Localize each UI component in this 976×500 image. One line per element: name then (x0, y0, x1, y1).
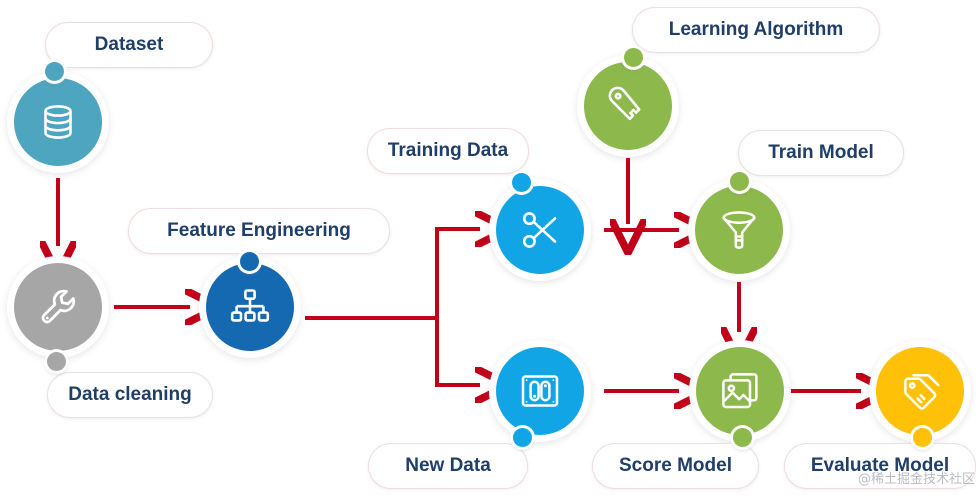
funnel-icon (716, 207, 762, 253)
bead-train-model (730, 172, 749, 191)
hierarchy-icon (228, 285, 272, 329)
node-evaluate-model[interactable] (876, 347, 964, 435)
node-training-data[interactable] (496, 186, 584, 274)
node-new-data[interactable] (496, 347, 584, 435)
label-dataset[interactable]: Dataset (45, 22, 213, 68)
bead-training-data (512, 173, 531, 192)
node-data-cleaning[interactable] (14, 263, 102, 351)
node-feature-engineering[interactable] (206, 263, 294, 351)
ml-pipeline-diagram: Dataset Data cleaning Feature Engineerin… (0, 0, 976, 500)
label-learning-algorithm[interactable]: Learning Algorithm (632, 7, 880, 53)
bead-dataset (45, 62, 64, 81)
bead-new-data (513, 428, 532, 447)
drive-bay-icon (517, 368, 563, 414)
label-data-cleaning[interactable]: Data cleaning (47, 372, 213, 418)
node-train-model[interactable] (695, 186, 783, 274)
tags-icon (897, 368, 943, 414)
label-feature-engineering[interactable]: Feature Engineering (128, 208, 390, 254)
bead-data-cleaning (47, 352, 66, 371)
wrench-icon (35, 284, 81, 330)
images-icon (717, 368, 763, 414)
label-train-model[interactable]: Train Model (738, 130, 904, 176)
bead-evaluate-model (913, 428, 932, 447)
bead-feature-engineering (240, 252, 259, 271)
bead-learning-algorithm (624, 48, 643, 67)
key-icon (605, 83, 651, 129)
label-training-data[interactable]: Training Data (367, 128, 529, 174)
database-icon (36, 100, 80, 144)
watermark: @稀土掘金技术社区 (858, 472, 976, 487)
node-learning-algorithm[interactable] (584, 62, 672, 150)
node-dataset[interactable] (14, 78, 102, 166)
node-score-model[interactable] (696, 347, 784, 435)
bead-score-model (733, 428, 752, 447)
label-new-data[interactable]: New Data (368, 443, 528, 489)
label-score-model[interactable]: Score Model (592, 443, 759, 489)
scissors-icon (517, 207, 563, 253)
arrow-feature-engineering-to-new-data (435, 318, 480, 385)
